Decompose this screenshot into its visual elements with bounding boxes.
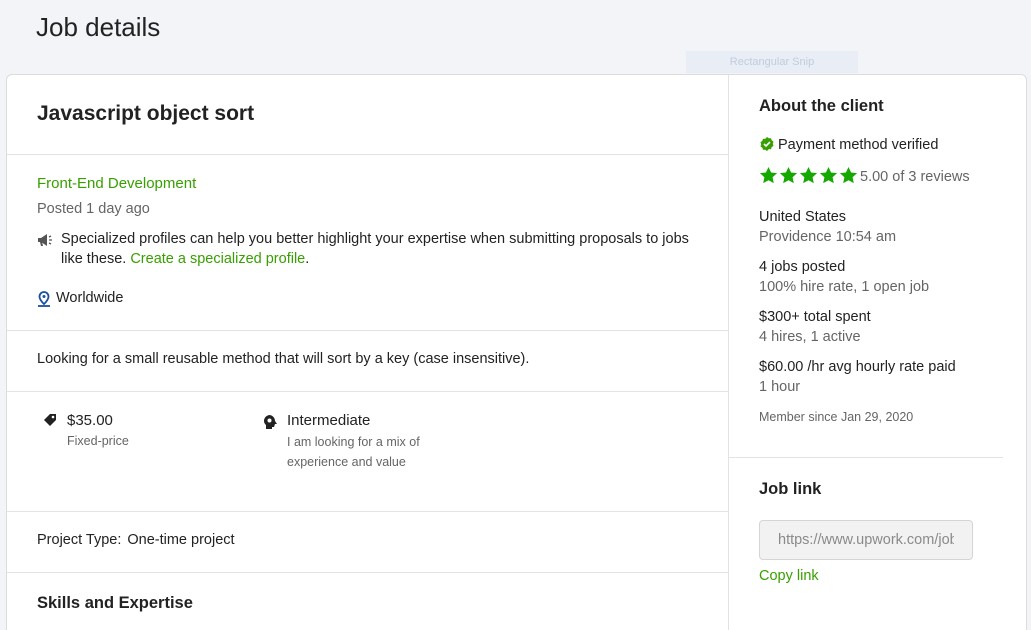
job-category-link[interactable]: Front-End Development [37,175,196,192]
star-icon [759,166,778,184]
sidebar-divider [729,457,1003,458]
price-type: Fixed-price [67,434,129,448]
star-icon [839,166,858,184]
about-client-heading: About the client [759,97,884,115]
job-details-card: Javascript object sort Front-End Develop… [6,74,1027,630]
client-hours: 1 hour [759,379,801,395]
rating-stars [759,166,858,185]
star-icon [779,166,798,184]
experience-level-description: I am looking for a mix of experience and… [287,435,420,469]
client-hires: 4 hires, 1 active [759,329,861,345]
client-jobs-posted: 4 jobs posted [759,259,846,275]
experience-level: Intermediate [287,412,371,429]
client-total-spent: $300+ total spent [759,309,871,325]
project-type-value: One-time project [127,532,235,548]
member-since: Member since Jan 29, 2020 [759,410,914,424]
verified-check-icon [760,137,774,156]
client-hire-rate: 100% hire rate, 1 open job [759,279,930,295]
project-type: Project Type: One-time project [37,532,235,548]
skills-heading: Skills and Expertise [37,594,193,612]
megaphone-icon [37,233,53,252]
job-main-panel: Javascript object sort Front-End Develop… [7,75,729,630]
project-type-label: Project Type: [37,532,122,548]
payment-verified: Payment method verified [778,137,939,153]
posted-time: Posted 1 day ago [37,201,150,217]
job-location: Worldwide [56,290,124,306]
create-specialized-profile-link[interactable]: Create a specialized profile [130,251,305,267]
client-sidebar: About the client Payment method verified… [729,75,1026,630]
job-link-heading: Job link [759,480,822,498]
star-icon [819,166,838,184]
specialized-profile-notice: Specialized profiles can help you better… [61,229,711,269]
star-icon [799,166,818,184]
price-tag-icon [43,413,57,432]
job-link-input[interactable] [759,520,973,560]
brain-head-icon [263,414,277,435]
client-country: United States [759,209,847,225]
rating-text: 5.00 of 3 reviews [860,169,970,185]
job-title: Javascript object sort [37,102,255,125]
promo-period: . [305,251,310,267]
page-title: Job details [36,12,161,42]
job-description: Looking for a small reusable method that… [37,351,530,367]
snip-overlay: Rectangular Snip [686,51,858,73]
location-pin-icon [37,291,51,312]
copy-link-button[interactable]: Copy link [759,568,819,584]
job-price: $35.00 [67,412,113,429]
client-city-time: Providence 10:54 am [759,229,897,245]
client-avg-rate: $60.00 /hr avg hourly rate paid [759,359,956,375]
